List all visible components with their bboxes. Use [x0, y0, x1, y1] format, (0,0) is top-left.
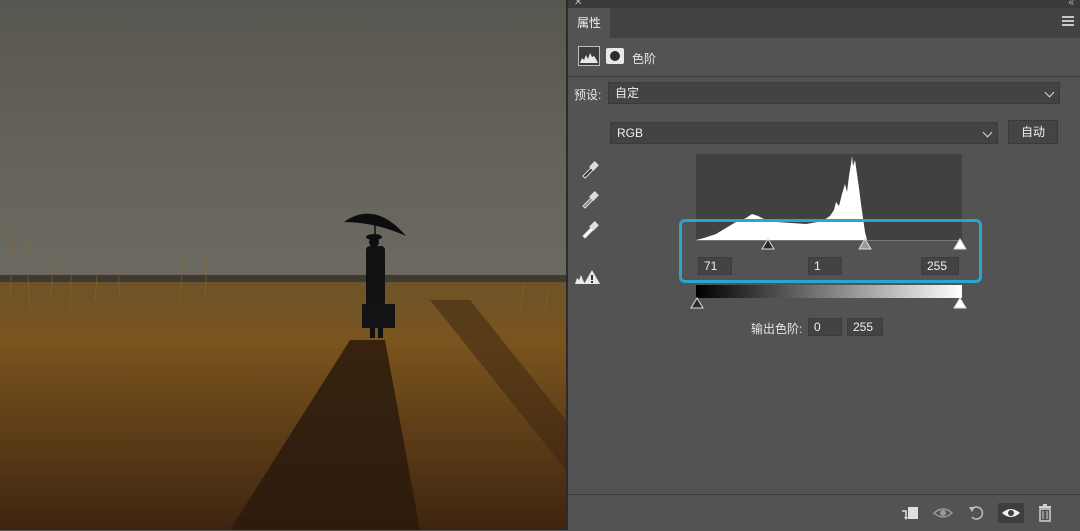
chevron-down-icon: [1044, 87, 1055, 98]
document-canvas[interactable]: [0, 0, 566, 530]
white-point-eyedropper-icon[interactable]: [579, 218, 601, 240]
properties-panel: ✕ « 属性 色阶 预设: 自定 RGB 自动 71 1 255 输出色阶: 0…: [566, 0, 1080, 530]
adjustment-title: 色阶: [632, 52, 657, 66]
panel-bottom-toolbar: [568, 494, 1080, 531]
channel-dropdown[interactable]: RGB: [610, 122, 998, 144]
visibility-eye-icon[interactable]: [998, 503, 1024, 523]
delete-trash-icon[interactable]: [1034, 503, 1056, 523]
channel-value: RGB: [617, 126, 644, 140]
output-white-field[interactable]: 255: [847, 318, 883, 336]
clipping-warning-icon[interactable]: [574, 268, 600, 286]
preset-label: 预设:: [574, 88, 602, 102]
adjustment-header: 色阶: [568, 38, 1080, 77]
output-white-slider-handle[interactable]: [953, 297, 967, 309]
gray-point-eyedropper-icon[interactable]: [579, 188, 601, 210]
levels-adjustment-icon[interactable]: [578, 46, 600, 66]
view-previous-state-icon[interactable]: [932, 503, 954, 523]
panel-menu-icon[interactable]: [1062, 16, 1074, 28]
panel-title-bar: ✕ «: [568, 0, 1080, 8]
black-point-eyedropper-icon[interactable]: [579, 158, 601, 180]
annotation-highlight-box: [679, 219, 982, 283]
panel-tab-bar: 属性: [568, 8, 1080, 38]
photo-image: [0, 0, 566, 530]
output-levels-label: 输出色阶:: [751, 322, 803, 336]
reset-icon[interactable]: [966, 503, 988, 523]
tab-properties[interactable]: 属性: [568, 8, 610, 38]
preset-dropdown[interactable]: 自定: [608, 82, 1060, 104]
output-black-slider-handle[interactable]: [690, 297, 704, 309]
auto-button[interactable]: 自动: [1008, 120, 1058, 144]
output-black-field[interactable]: 0: [808, 318, 842, 336]
chevron-down-icon: [982, 127, 993, 138]
layer-mask-icon[interactable]: [606, 48, 624, 64]
output-levels-gradient: [696, 285, 962, 298]
preset-value: 自定: [615, 86, 640, 100]
clip-to-layer-icon[interactable]: [900, 503, 922, 523]
